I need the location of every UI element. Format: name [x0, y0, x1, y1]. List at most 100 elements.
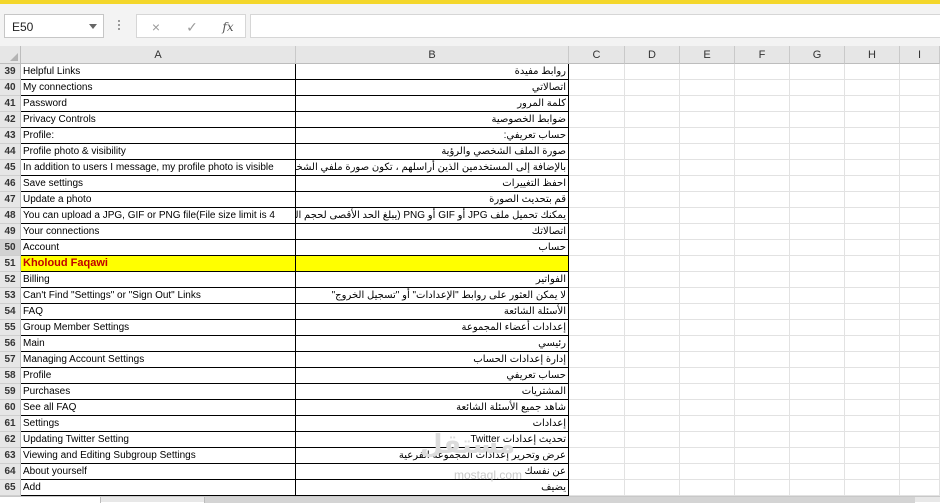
- insert-function-button[interactable]: fx: [217, 18, 239, 36]
- cell-a[interactable]: Password: [21, 96, 296, 112]
- cell-a[interactable]: Billing: [21, 272, 296, 288]
- row-header[interactable]: 59: [0, 384, 21, 400]
- spreadsheet-grid[interactable]: A B C D E F G H I 39 Helpful Links روابط مفيدة 40 My …: [0, 46, 940, 496]
- watermark-logo: مستقل: [420, 430, 516, 460]
- gridline: [569, 383, 940, 384]
- row-header[interactable]: 53: [0, 288, 21, 304]
- cell-a[interactable]: Purchases: [21, 384, 296, 400]
- cell-b[interactable]: ضوابط الخصوصية: [296, 112, 569, 128]
- cell-b[interactable]: شاهد جميع الأسئلة الشائعة: [296, 400, 569, 416]
- row-header[interactable]: 61: [0, 416, 21, 432]
- cell-a[interactable]: Settings: [21, 416, 296, 432]
- cell-b[interactable]: إدارة إعدادات الحساب: [296, 352, 569, 368]
- cancel-icon[interactable]: ×: [145, 18, 167, 36]
- column-header-a[interactable]: A: [21, 46, 296, 64]
- row-header[interactable]: 43: [0, 128, 21, 144]
- cell-a[interactable]: Privacy Controls: [21, 112, 296, 128]
- row-header[interactable]: 42: [0, 112, 21, 128]
- cell-a[interactable]: About yourself: [21, 464, 296, 480]
- cell-a[interactable]: Your connections: [21, 224, 296, 240]
- column-header-g[interactable]: G: [790, 46, 845, 64]
- cell-b[interactable]: رئيسي: [296, 336, 569, 352]
- cell-a[interactable]: Group Member Settings: [21, 320, 296, 336]
- cell-a[interactable]: Account: [21, 240, 296, 256]
- cell-b[interactable]: [296, 256, 569, 272]
- row-header[interactable]: 41: [0, 96, 21, 112]
- horizontal-scrollbar[interactable]: [204, 497, 915, 503]
- row-header[interactable]: 46: [0, 176, 21, 192]
- column-header-c[interactable]: C: [569, 46, 625, 64]
- row-header[interactable]: 40: [0, 80, 21, 96]
- column-header-i[interactable]: I: [900, 46, 940, 64]
- row-header[interactable]: 51: [0, 256, 21, 272]
- cell-a[interactable]: Profile photo & visibility: [21, 144, 296, 160]
- row-header[interactable]: 55: [0, 320, 21, 336]
- cell-b[interactable]: الأسئلة الشائعة: [296, 304, 569, 320]
- cell-b[interactable]: قم بتحديث الصورة: [296, 192, 569, 208]
- cell-b[interactable]: احفظ التغييرات: [296, 176, 569, 192]
- drag-handle-icon[interactable]: [118, 19, 121, 33]
- cell-a[interactable]: Main: [21, 336, 296, 352]
- cell-a[interactable]: FAQ: [21, 304, 296, 320]
- cell-b[interactable]: بالإضافة إلى المستخدمين الذين أراسلهم ، …: [296, 160, 569, 176]
- cell-b[interactable]: لا يمكن العثور على روابط "الإعدادات" أو …: [296, 288, 569, 304]
- sheet-tab[interactable]: [0, 497, 101, 503]
- column-header-d[interactable]: D: [625, 46, 680, 64]
- cell-b[interactable]: الفواتير: [296, 272, 569, 288]
- row-header[interactable]: 57: [0, 352, 21, 368]
- row-header[interactable]: 48: [0, 208, 21, 224]
- row-header[interactable]: 60: [0, 400, 21, 416]
- cell-b[interactable]: المشتريات: [296, 384, 569, 400]
- cell-a[interactable]: In addition to users I message, my profi…: [21, 160, 296, 176]
- column-header-e[interactable]: E: [680, 46, 735, 64]
- cell-a[interactable]: Profile: [21, 368, 296, 384]
- row-header[interactable]: 44: [0, 144, 21, 160]
- cell-b[interactable]: اتصالاتك: [296, 224, 569, 240]
- column-header-f[interactable]: F: [735, 46, 790, 64]
- cell-a[interactable]: Updating Twitter Setting: [21, 432, 296, 448]
- cell-a[interactable]: Can't Find "Settings" or "Sign Out" Link…: [21, 288, 296, 304]
- row-header[interactable]: 49: [0, 224, 21, 240]
- cell-a[interactable]: Profile:: [21, 128, 296, 144]
- cell-b[interactable]: إعدادات أعضاء المجموعة: [296, 320, 569, 336]
- cell-a[interactable]: Kholoud Faqawi: [21, 256, 296, 272]
- chevron-down-icon[interactable]: [89, 24, 97, 29]
- row-header[interactable]: 58: [0, 368, 21, 384]
- cell-a[interactable]: You can upload a JPG, GIF or PNG file(Fi…: [21, 208, 296, 224]
- row-header[interactable]: 63: [0, 448, 21, 464]
- row-header[interactable]: 65: [0, 480, 21, 496]
- cell-a[interactable]: Helpful Links: [21, 64, 296, 80]
- gridline: [569, 447, 940, 448]
- enter-check-icon[interactable]: ✓: [181, 18, 203, 36]
- row-header[interactable]: 64: [0, 464, 21, 480]
- name-box[interactable]: E50: [4, 14, 104, 38]
- cell-a[interactable]: Update a photo: [21, 192, 296, 208]
- cell-a[interactable]: Save settings: [21, 176, 296, 192]
- gridline: [569, 95, 940, 96]
- row-header[interactable]: 50: [0, 240, 21, 256]
- row-header[interactable]: 45: [0, 160, 21, 176]
- cell-a[interactable]: My connections: [21, 80, 296, 96]
- column-header-h[interactable]: H: [845, 46, 900, 64]
- row-header[interactable]: 39: [0, 64, 21, 80]
- cell-b[interactable]: حساب تعريفي:: [296, 128, 569, 144]
- row-header[interactable]: 54: [0, 304, 21, 320]
- select-all-corner[interactable]: [0, 46, 21, 64]
- cell-a[interactable]: See all FAQ: [21, 400, 296, 416]
- cell-b[interactable]: حساب: [296, 240, 569, 256]
- cell-b[interactable]: روابط مفيدة: [296, 64, 569, 80]
- row-header[interactable]: 62: [0, 432, 21, 448]
- row-header[interactable]: 56: [0, 336, 21, 352]
- column-header-b[interactable]: B: [296, 46, 569, 64]
- cell-b[interactable]: صورة الملف الشخصي والرؤية: [296, 144, 569, 160]
- cell-a[interactable]: Viewing and Editing Subgroup Settings: [21, 448, 296, 464]
- cell-b[interactable]: يمكنك تحميل ملف JPG أو GIF أو PNG (يبلغ …: [296, 208, 569, 224]
- cell-b[interactable]: كلمة المرور: [296, 96, 569, 112]
- formula-input[interactable]: [250, 14, 940, 38]
- cell-b[interactable]: حساب تعريفي: [296, 368, 569, 384]
- row-header[interactable]: 52: [0, 272, 21, 288]
- row-header[interactable]: 47: [0, 192, 21, 208]
- cell-a[interactable]: Add: [21, 480, 296, 496]
- cell-a[interactable]: Managing Account Settings: [21, 352, 296, 368]
- cell-b[interactable]: اتصالاتي: [296, 80, 569, 96]
